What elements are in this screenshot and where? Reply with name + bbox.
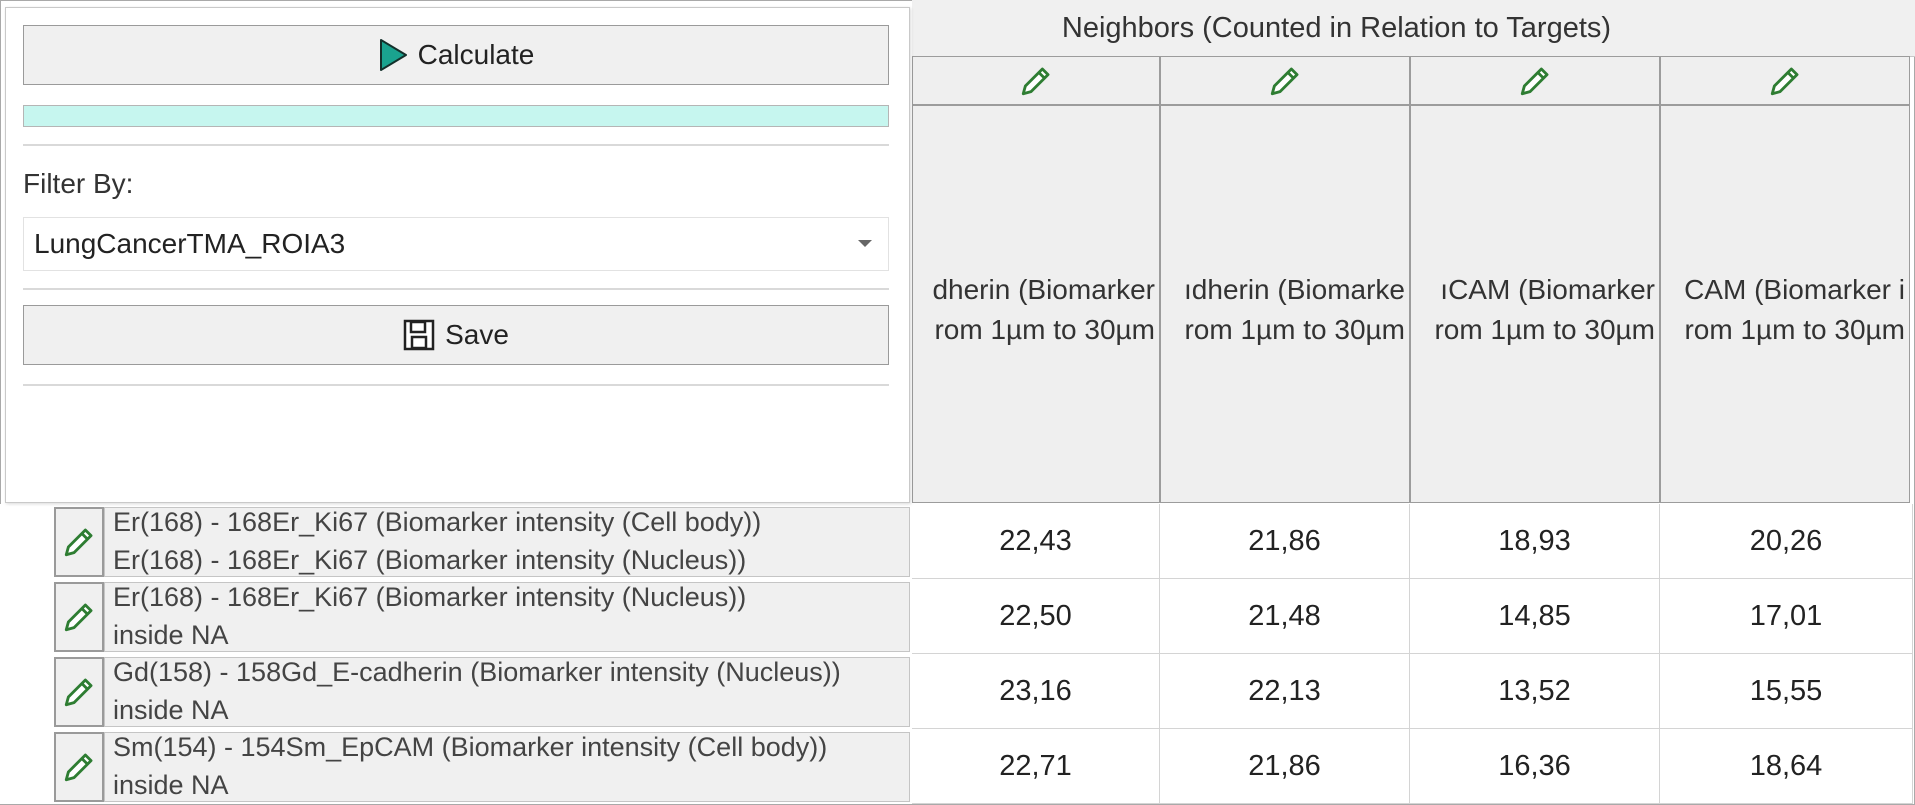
table-cell[interactable]: 17,01 — [1660, 579, 1913, 654]
table-cell[interactable]: 14,85 — [1410, 579, 1660, 654]
column-header-line1: dherin (Biomarker — [932, 274, 1155, 305]
row-header[interactable]: Er(168) - 168Er_Ki67 (Biomarker intensit… — [104, 507, 910, 577]
table-cell[interactable]: 22,43 — [912, 504, 1160, 579]
neighbors-group-header: Neighbors (Counted in Relation to Target… — [912, 0, 1915, 57]
divider — [23, 384, 889, 386]
column-header-2[interactable]: ıdherin (Biomarke rom 1µm to 30µm — [1160, 105, 1410, 503]
column-edit-button-4[interactable] — [1660, 56, 1910, 105]
table-cell[interactable]: 21,86 — [1160, 729, 1410, 804]
column-edit-button-2[interactable] — [1160, 56, 1410, 105]
row-edit-button[interactable] — [54, 657, 104, 727]
row-header-line1: Sm(154) - 154Sm_EpCAM (Biomarker intensi… — [113, 732, 828, 762]
table-cell[interactable]: 13,52 — [1410, 654, 1660, 729]
pencil-icon — [1021, 67, 1050, 95]
divider — [23, 144, 889, 146]
neighbors-group-title: Neighbors (Counted in Relation to Target… — [1061, 11, 1612, 44]
column-header-line1: ıCAM (Biomarker — [1440, 274, 1655, 305]
caret-down-icon[interactable] — [858, 240, 872, 247]
table-cell[interactable]: 18,93 — [1410, 504, 1660, 579]
calculate-button[interactable]: Calculate — [23, 25, 889, 85]
table-cell[interactable]: 20,26 — [1660, 504, 1913, 579]
row-header-line2: inside NA — [113, 770, 229, 800]
table-cell[interactable]: 16,36 — [1410, 729, 1660, 804]
floppy-disk-icon — [403, 319, 435, 351]
column-header-line2: rom 1µm to 30µm — [1184, 314, 1405, 345]
column-header-line2: rom 1µm to 30µm — [1434, 314, 1655, 345]
pencil-icon — [1770, 67, 1799, 95]
column-header-line1: CAM (Biomarker i — [1684, 274, 1905, 305]
row-edit-button[interactable] — [54, 507, 104, 577]
filter-dropdown[interactable]: LungCancerTMA_ROIA3 — [23, 217, 889, 271]
progress-bar — [23, 105, 889, 127]
row-header-line1: Er(168) - 168Er_Ki67 (Biomarker intensit… — [113, 582, 747, 612]
column-header-line1: ıdherin (Biomarke — [1184, 274, 1405, 305]
table-cell[interactable]: 22,71 — [912, 729, 1160, 804]
filter-label: Filter By: — [23, 168, 134, 199]
table-cell[interactable]: 22,50 — [912, 579, 1160, 654]
row-edit-button[interactable] — [54, 582, 104, 652]
column-header-3[interactable]: ıCAM (Biomarker rom 1µm to 30µm — [1410, 105, 1660, 503]
app-window: Neighbors (Counted in Relation to Target… — [0, 0, 1915, 805]
row-header[interactable]: Er(168) - 168Er_Ki67 (Biomarker intensit… — [104, 582, 910, 652]
table-cell[interactable]: 22,13 — [1160, 654, 1410, 729]
pencil-icon — [1520, 67, 1549, 95]
play-icon — [379, 39, 407, 71]
pencil-icon — [64, 528, 93, 557]
row-edit-button[interactable] — [54, 732, 104, 802]
pencil-icon — [64, 678, 93, 707]
row-header-line2: Er(168) - 168Er_Ki67 (Biomarker intensit… — [113, 545, 747, 575]
column-header-4[interactable]: CAM (Biomarker i rom 1µm to 30µm — [1660, 105, 1910, 503]
column-header-1[interactable]: dherin (Biomarker rom 1µm to 30µm — [912, 105, 1160, 503]
divider — [23, 288, 889, 290]
save-button[interactable]: Save — [23, 305, 889, 365]
pencil-icon — [64, 753, 93, 782]
column-edit-button-3[interactable] — [1410, 56, 1660, 105]
progress-fill — [24, 106, 888, 126]
table-cell[interactable]: 21,48 — [1160, 579, 1410, 654]
table-row: Gd(158) - 158Gd_E-cadherin (Biomarker in… — [0, 654, 1915, 729]
row-header-line2: inside NA — [113, 695, 229, 725]
row-header[interactable]: Gd(158) - 158Gd_E-cadherin (Biomarker in… — [104, 657, 910, 727]
table-cell[interactable]: 15,55 — [1660, 654, 1913, 729]
table-cell[interactable]: 18,64 — [1660, 729, 1913, 804]
column-edit-button-1[interactable] — [912, 56, 1160, 105]
table-cell[interactable]: 21,86 — [1160, 504, 1410, 579]
calculate-label: Calculate — [417, 39, 535, 70]
filter-value: LungCancerTMA_ROIA3 — [34, 228, 346, 259]
row-header-line1: Er(168) - 168Er_Ki67 (Biomarker intensit… — [113, 507, 762, 537]
pencil-icon — [64, 603, 93, 632]
table-cell[interactable]: 23,16 — [912, 654, 1160, 729]
column-header-line2: rom 1µm to 30µm — [1684, 314, 1905, 345]
save-label: Save — [445, 319, 509, 350]
row-header-line2: inside NA — [113, 620, 229, 650]
table-row: Er(168) - 168Er_Ki67 (Biomarker intensit… — [0, 504, 1915, 579]
row-header[interactable]: Sm(154) - 154Sm_EpCAM (Biomarker intensi… — [104, 732, 910, 802]
table-row: Er(168) - 168Er_Ki67 (Biomarker intensit… — [0, 579, 1915, 654]
calculation-panel: Calculate Filter By: LungCancerTMA_ROIA3… — [5, 7, 910, 503]
table-row: Sm(154) - 154Sm_EpCAM (Biomarker intensi… — [0, 729, 1915, 804]
row-header-line1: Gd(158) - 158Gd_E-cadherin (Biomarker in… — [113, 657, 841, 687]
pencil-icon — [1270, 67, 1299, 95]
column-header-line2: rom 1µm to 30µm — [934, 314, 1155, 345]
